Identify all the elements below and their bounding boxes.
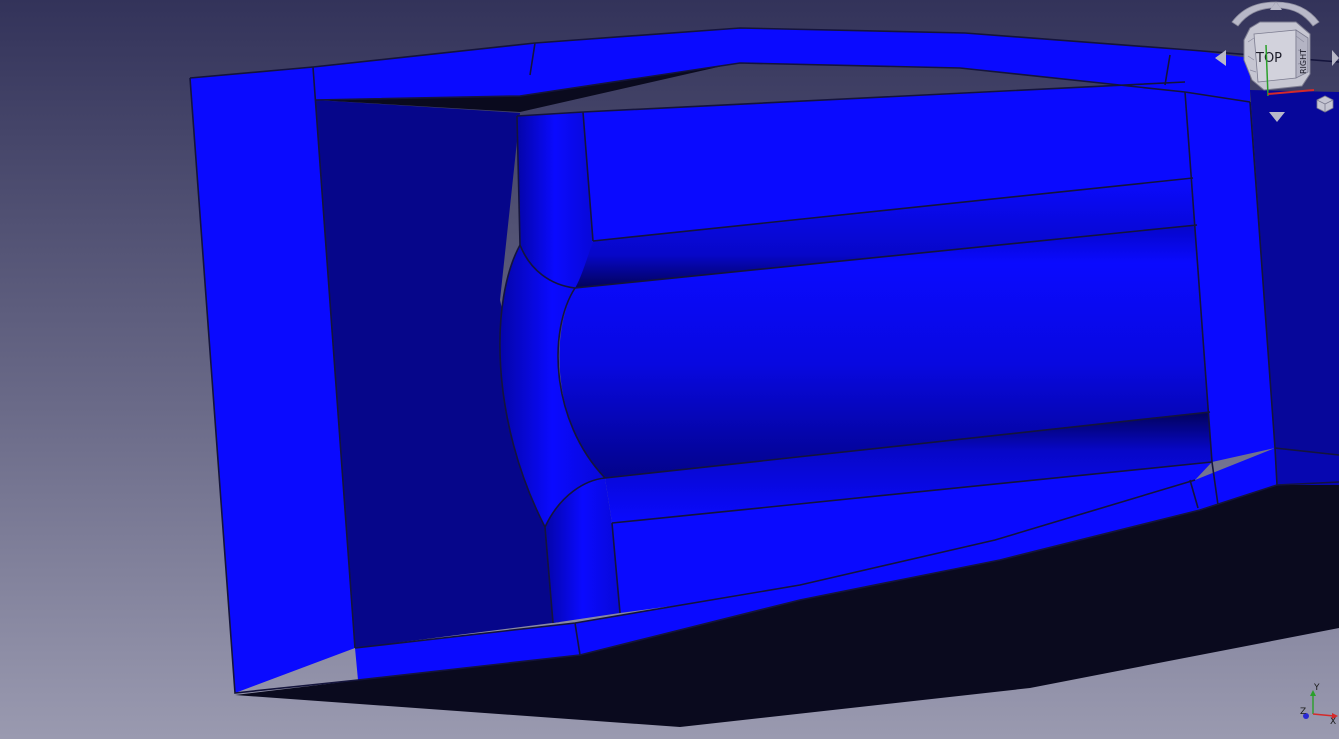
3d-viewport[interactable]: TOP RIGHT Y X Z [0, 0, 1339, 739]
navcube-top-label[interactable]: TOP [1255, 51, 1282, 66]
navcube-down-arrow[interactable] [1269, 112, 1285, 122]
axis-triad: Y X Z [1300, 683, 1338, 725]
navcube-right-arrow[interactable] [1332, 50, 1339, 66]
navcube-right-label[interactable]: RIGHT [1299, 49, 1308, 74]
navigation-cube[interactable]: TOP RIGHT [1212, 0, 1339, 125]
cad-model-view[interactable] [0, 0, 1339, 739]
navcube-view-menu-icon[interactable] [1316, 95, 1334, 113]
z-axis-label: Z [1300, 707, 1306, 717]
x-axis-label: X [1330, 717, 1336, 725]
navcube-x-axis-line [1267, 89, 1315, 95]
navcube-left-arrow[interactable] [1215, 50, 1226, 66]
x-axis-line [1312, 713, 1335, 717]
y-axis-label: Y [1313, 683, 1320, 693]
